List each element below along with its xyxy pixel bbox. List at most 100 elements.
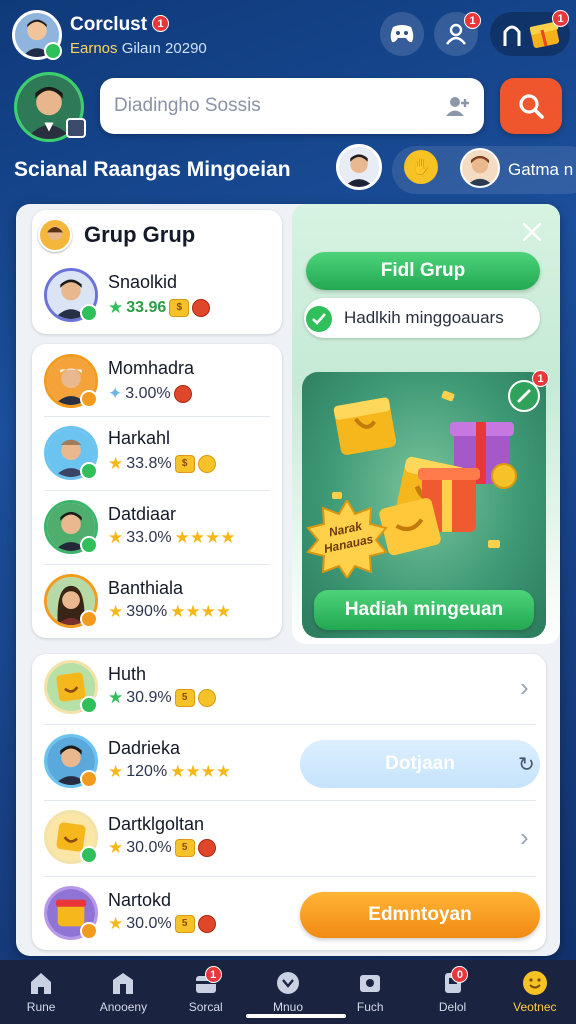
divider	[44, 724, 536, 725]
friends-badge: 1	[464, 12, 481, 29]
home-indicator	[246, 1014, 346, 1018]
divider	[44, 416, 270, 417]
find-group-button[interactable]: Fidl Grup	[306, 252, 540, 290]
top-member-pct: 33.96	[126, 299, 167, 316]
coin-icon	[197, 455, 216, 473]
list-item-pct: 30.9%	[126, 689, 172, 706]
coin-box-icon: 5	[174, 839, 195, 857]
nav-label: Delol	[438, 1000, 467, 1014]
star-icon: ★	[108, 602, 124, 621]
star-icon: ★	[108, 838, 124, 857]
divider	[44, 800, 536, 801]
list-item-name: Dartklgoltan	[108, 814, 205, 834]
ranking-avatar-1[interactable]	[336, 144, 382, 190]
list-item-action-label: Edmntoyan	[368, 904, 472, 925]
list-item-action-label: Dotjaan	[385, 753, 455, 774]
search-icon	[519, 94, 544, 119]
close-icon[interactable]	[520, 220, 544, 244]
divider	[44, 876, 536, 877]
list-item-badge	[80, 696, 98, 714]
discord-button[interactable]	[380, 12, 424, 56]
list-item-action-button[interactable]: Dotjaan	[300, 740, 540, 788]
member-name: Banthiala	[108, 578, 184, 598]
search-button[interactable]	[500, 78, 562, 134]
nav-social[interactable]: 1 Sorcal	[165, 960, 247, 1024]
reward-card-badge: 1	[532, 370, 549, 387]
coin-icon	[197, 689, 216, 707]
list-item-name: Nartokd	[108, 890, 172, 910]
member-badge	[80, 610, 98, 628]
user-icon	[446, 23, 466, 45]
list-item-badge	[80, 922, 98, 940]
divider	[44, 564, 270, 565]
list-item-name: Dadrieka	[108, 738, 181, 758]
arch-icon	[503, 25, 521, 46]
list-item-pct: 120%	[126, 763, 168, 780]
name-notification-badge: 1	[152, 15, 169, 32]
search-placeholder: Diadingho Sossis	[114, 95, 261, 116]
check-circle-icon	[306, 306, 332, 332]
weekly-reward-chip[interactable]: Hadlkih minggoauars	[304, 298, 540, 338]
nav-detail[interactable]: 0 Delol	[411, 960, 493, 1024]
online-badge	[44, 42, 62, 60]
red-coin-icon	[197, 839, 216, 857]
nav-badge: 0	[451, 966, 469, 983]
cheer-icon[interactable]: ✋	[404, 150, 438, 184]
crystal-icon: ✦	[108, 384, 123, 403]
member-stat: ★ 390% ★★★★	[108, 602, 231, 622]
list-item-pct: 30.0%	[126, 839, 172, 856]
star-icon: ★★★★	[174, 528, 236, 547]
avatar-edit-badge[interactable]	[66, 118, 86, 138]
top-member-name: Snaolkid	[108, 272, 178, 292]
member-pct: 33.8%	[126, 455, 172, 472]
user-name: Corclust	[70, 14, 148, 35]
red-coin-icon	[197, 915, 216, 933]
coin-box-icon: $	[174, 455, 195, 473]
user-subtitle-a: Earnos	[70, 40, 118, 57]
nav-agency[interactable]: Anooeny	[82, 960, 164, 1024]
nav-label: Veotnec	[513, 1000, 557, 1014]
chevron-right-icon[interactable]: ›	[520, 822, 529, 853]
weekly-reward-label: Hadlkih minggoauars	[344, 308, 504, 327]
nav-label: Rune	[26, 1000, 56, 1014]
chevron-right-icon[interactable]: ›	[520, 672, 529, 703]
star-icon: ★	[108, 762, 124, 781]
member-badge	[80, 536, 98, 554]
reward-claim-button[interactable]: Hadiah mingeuan	[314, 590, 534, 630]
nav-home[interactable]: Rune	[0, 960, 82, 1024]
game-controller-icon	[390, 25, 414, 43]
list-item-pct: 30.0%	[126, 915, 172, 932]
game-icon	[276, 972, 299, 994]
add-user-icon[interactable]	[446, 95, 470, 117]
nav-badge: 1	[204, 966, 222, 983]
list-item-badge	[80, 846, 98, 864]
smiley-coin-icon	[522, 971, 547, 995]
group-icon	[38, 218, 72, 252]
member-stat: ★ 33.8% $	[108, 454, 216, 474]
divider	[44, 490, 270, 491]
member-badge	[80, 390, 98, 408]
leaf-icon: ★	[108, 298, 124, 317]
member-name: Harkahl	[108, 428, 171, 448]
search-input[interactable]: Diadingho Sossis	[100, 78, 484, 134]
member-pct: 3.00%	[125, 385, 171, 402]
user-subtitle-b: Gilaın 20290	[121, 40, 207, 57]
nav-label: Anooeny	[99, 1000, 148, 1014]
member-stat: ✦ 3.00%	[108, 384, 192, 404]
member-stat: ★ 33.0% ★★★★	[108, 528, 236, 548]
group-panel-title: Grup Grup	[84, 222, 196, 247]
ranking-avatar-2[interactable]	[460, 148, 500, 188]
list-item-action-button[interactable]: Edmntoyan	[300, 892, 540, 938]
nav-label: Mnuo	[272, 1000, 303, 1014]
nav-label: Fuch	[356, 1000, 384, 1014]
star-icon: ★	[108, 528, 124, 547]
nav-events[interactable]: Veotnec	[494, 960, 576, 1024]
top-member-stat: ★ 33.96 $	[108, 298, 211, 318]
coin-box-icon: $	[169, 299, 190, 317]
user-subtitle: Earnos Gilaın 20290	[70, 40, 207, 57]
member-pct: 33.0%	[126, 529, 172, 546]
gift-badge: 1	[552, 10, 569, 27]
building-icon	[113, 973, 134, 994]
coin-box-icon: 5	[174, 915, 195, 933]
leaf-icon: ★	[108, 688, 124, 707]
